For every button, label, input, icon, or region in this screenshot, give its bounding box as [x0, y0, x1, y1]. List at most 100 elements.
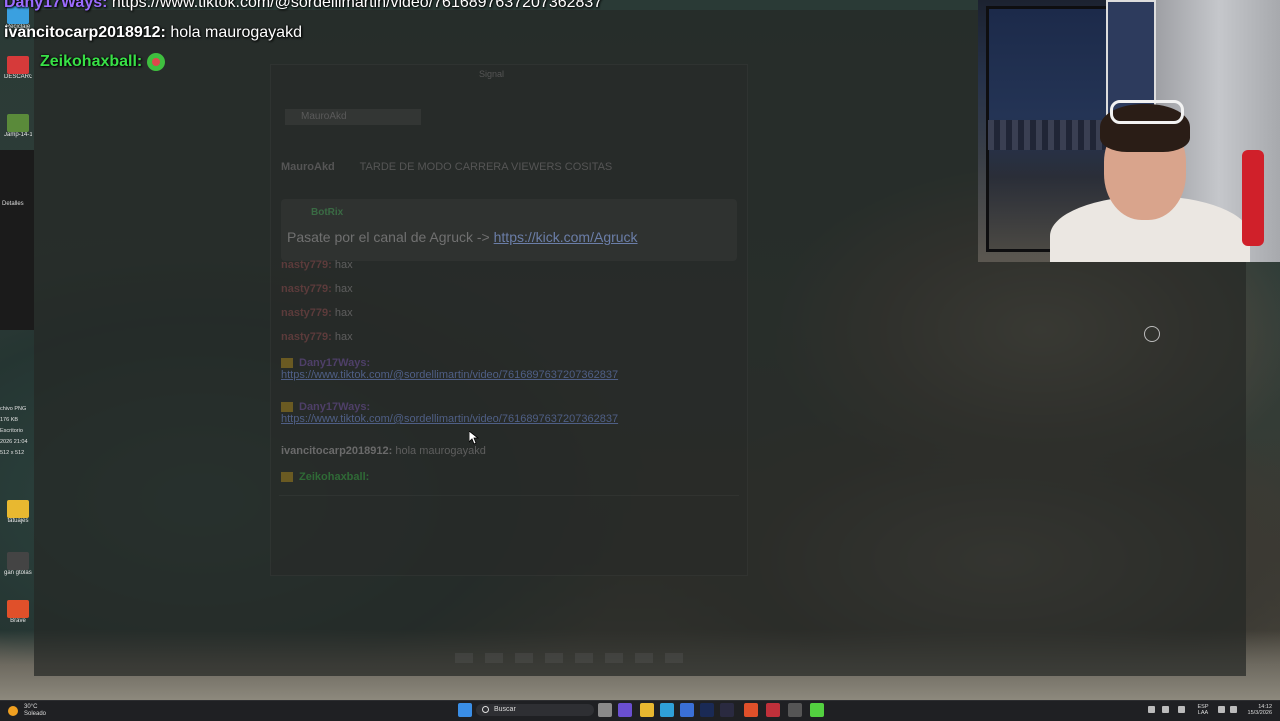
edge-icon[interactable]: [660, 703, 674, 717]
channel-header: MauroAkd TARDE DE MODO CARRERA VIEWERS C…: [281, 161, 612, 173]
desktop-icon-label: tatuajes: [7, 518, 29, 524]
message-link[interactable]: https://www.tiktok.com/@sordellimartin/v…: [281, 413, 618, 425]
microphone-icon[interactable]: [1178, 706, 1185, 713]
overlay-user: ivancitocarp2018912:: [4, 24, 166, 41]
task-view-icon[interactable]: [598, 703, 612, 717]
weather-temp: 30°C: [24, 704, 38, 710]
chat-message: Dany17Ways: https://www.tiktok.com/@sord…: [281, 357, 618, 381]
clock[interactable]: 14:12 15/3/2026: [1242, 704, 1272, 716]
chat-message: nasty779: hax: [281, 307, 353, 319]
message-user[interactable]: nasty779:: [281, 283, 332, 295]
desktop-icon-label: Jamp-14-1: [4, 132, 32, 138]
sunglasses-icon: [1110, 100, 1184, 124]
desktop-icon-brave[interactable]: Brave: [4, 600, 32, 625]
chat-message: Zeikohaxball:: [281, 471, 369, 483]
chat-message: ivancitocarp2018912: hola maurogayakd: [281, 445, 486, 457]
message-user[interactable]: nasty779:: [281, 331, 332, 343]
file-size: 176 KB: [0, 417, 19, 423]
folder-icon: [7, 500, 29, 518]
file-icon: [7, 114, 29, 132]
desktop-icon-jamp[interactable]: Jamp-14-1: [4, 114, 32, 139]
overlay-chat-line: Dany17Ways: https://www.tiktok.com/@sord…: [4, 0, 602, 12]
overlay-text: https://www.tiktok.com/@sordellimartin/v…: [111, 0, 603, 11]
lang-layout: LAA: [1197, 710, 1209, 716]
explorer-side-panel: Detalles: [0, 150, 34, 330]
chat-message: nasty779: hax: [281, 331, 353, 343]
desktop-icon-tatuajes[interactable]: tatuajes: [4, 500, 32, 525]
language-indicator[interactable]: ESP LAA: [1194, 704, 1212, 716]
file-explorer-icon[interactable]: [640, 703, 654, 717]
obs-icon[interactable]: [788, 703, 802, 717]
pinned-message: BotRix Pasate por el canal de Agruck -> …: [281, 199, 737, 261]
overlay-chat-line: Zeikohaxball:: [40, 53, 165, 71]
message-text: hax: [334, 331, 353, 343]
overlay-user: Dany17Ways:: [4, 0, 108, 11]
file-type: chivo PNG: [0, 406, 27, 412]
taskbar-search[interactable]: Buscar: [476, 704, 594, 716]
channel-name: MauroAkd: [281, 161, 335, 173]
ghost-taskbar: [455, 650, 745, 672]
message-user[interactable]: Zeikohaxball:: [299, 471, 369, 483]
emote-icon: [146, 53, 165, 71]
loading-spinner-icon: [1144, 326, 1160, 342]
badge-icon: [281, 402, 293, 413]
message-user[interactable]: Dany17Ways:: [299, 357, 370, 369]
chat-message: Dany17Ways: https://www.tiktok.com/@sord…: [281, 401, 618, 425]
media-app-icon[interactable]: [766, 703, 780, 717]
weather-desc: Soleado: [24, 711, 47, 717]
chat-app-window: Signal MauroAkd MauroAkd TARDE DE MODO C…: [270, 64, 748, 576]
taskbar: 30°C Soleado Buscar ESP LAA 14:12 15/3/2…: [0, 700, 1280, 721]
tray-app-icon[interactable]: [1162, 706, 1169, 713]
overlay-user: Zeikohaxball:: [40, 53, 143, 71]
file-date: 2026 21:04: [0, 439, 28, 445]
message-text: hax: [334, 283, 353, 295]
badge-icon: [281, 472, 293, 483]
message-text: hola maurogayakd: [395, 445, 486, 457]
stream-title: TARDE DE MODO CARRERA VIEWERS COSITAS: [359, 161, 613, 173]
desktop-icon-gan-gtolas[interactable]: gan gtolas entrevistas: [4, 552, 32, 577]
message-link[interactable]: https://www.tiktok.com/@sordellimartin/v…: [281, 369, 618, 381]
mm-app-icon[interactable]: [720, 703, 734, 717]
desktop-icon-label: Brave: [10, 618, 26, 624]
copilot-icon[interactable]: [618, 703, 632, 717]
file-dimensions: 512 x 512: [0, 450, 25, 456]
message-text: hax: [334, 259, 353, 271]
pinned-author: BotRix: [311, 207, 344, 218]
pinned-author-row: BotRix: [289, 207, 343, 218]
side-panel-row[interactable]: Detalles: [0, 198, 34, 210]
webcam-feed: [978, 0, 1280, 262]
speaker-icon[interactable]: [1230, 706, 1237, 713]
desktop-icon-label: gan gtolas entrevistas: [4, 570, 32, 576]
calculator-icon[interactable]: [680, 703, 694, 717]
fc-app-icon[interactable]: [700, 703, 714, 717]
pinned-link[interactable]: https://kick.com/Agruck: [494, 229, 638, 245]
chat-message: nasty779: hax: [281, 259, 353, 271]
overlay-chat-line: ivancitocarp2018912: hola maurogayakd: [4, 24, 302, 42]
message-user[interactable]: nasty779:: [281, 259, 332, 271]
video-icon: [7, 552, 29, 570]
kick-icon[interactable]: [810, 703, 824, 717]
webcam-red-bottle: [1242, 150, 1264, 246]
pinned-text: Pasate por el canal de Agruck -> https:/…: [287, 229, 638, 245]
chat-input-area[interactable]: [279, 495, 739, 556]
tab-channel[interactable]: MauroAkd: [285, 109, 421, 125]
chat-message: nasty779: hax: [281, 283, 353, 295]
clock-date: 15/3/2026: [1247, 710, 1272, 716]
brave-icon: [7, 600, 29, 618]
file-location: Escritorio: [0, 428, 23, 434]
wifi-icon[interactable]: [1218, 706, 1225, 713]
chevron-up-icon[interactable]: [1148, 706, 1155, 713]
sun-icon: [8, 706, 18, 716]
file-details-panel: chivo PNG 176 KB Escritorio 2026 21:04 5…: [0, 404, 34, 459]
windows-start-icon[interactable]: [458, 703, 472, 717]
search-placeholder: Buscar: [494, 706, 516, 713]
message-user[interactable]: ivancitocarp2018912:: [281, 445, 392, 457]
search-icon: [482, 706, 489, 713]
brave-taskbar-icon[interactable]: [744, 703, 758, 717]
message-user[interactable]: nasty779:: [281, 307, 332, 319]
stream-chat-overlay: Dany17Ways: https://www.tiktok.com/@sord…: [0, 0, 700, 80]
badge-icon: [281, 358, 293, 369]
message-text: hax: [334, 307, 353, 319]
overlay-text: hola maurogayakd: [170, 24, 302, 41]
message-user[interactable]: Dany17Ways:: [299, 401, 370, 413]
